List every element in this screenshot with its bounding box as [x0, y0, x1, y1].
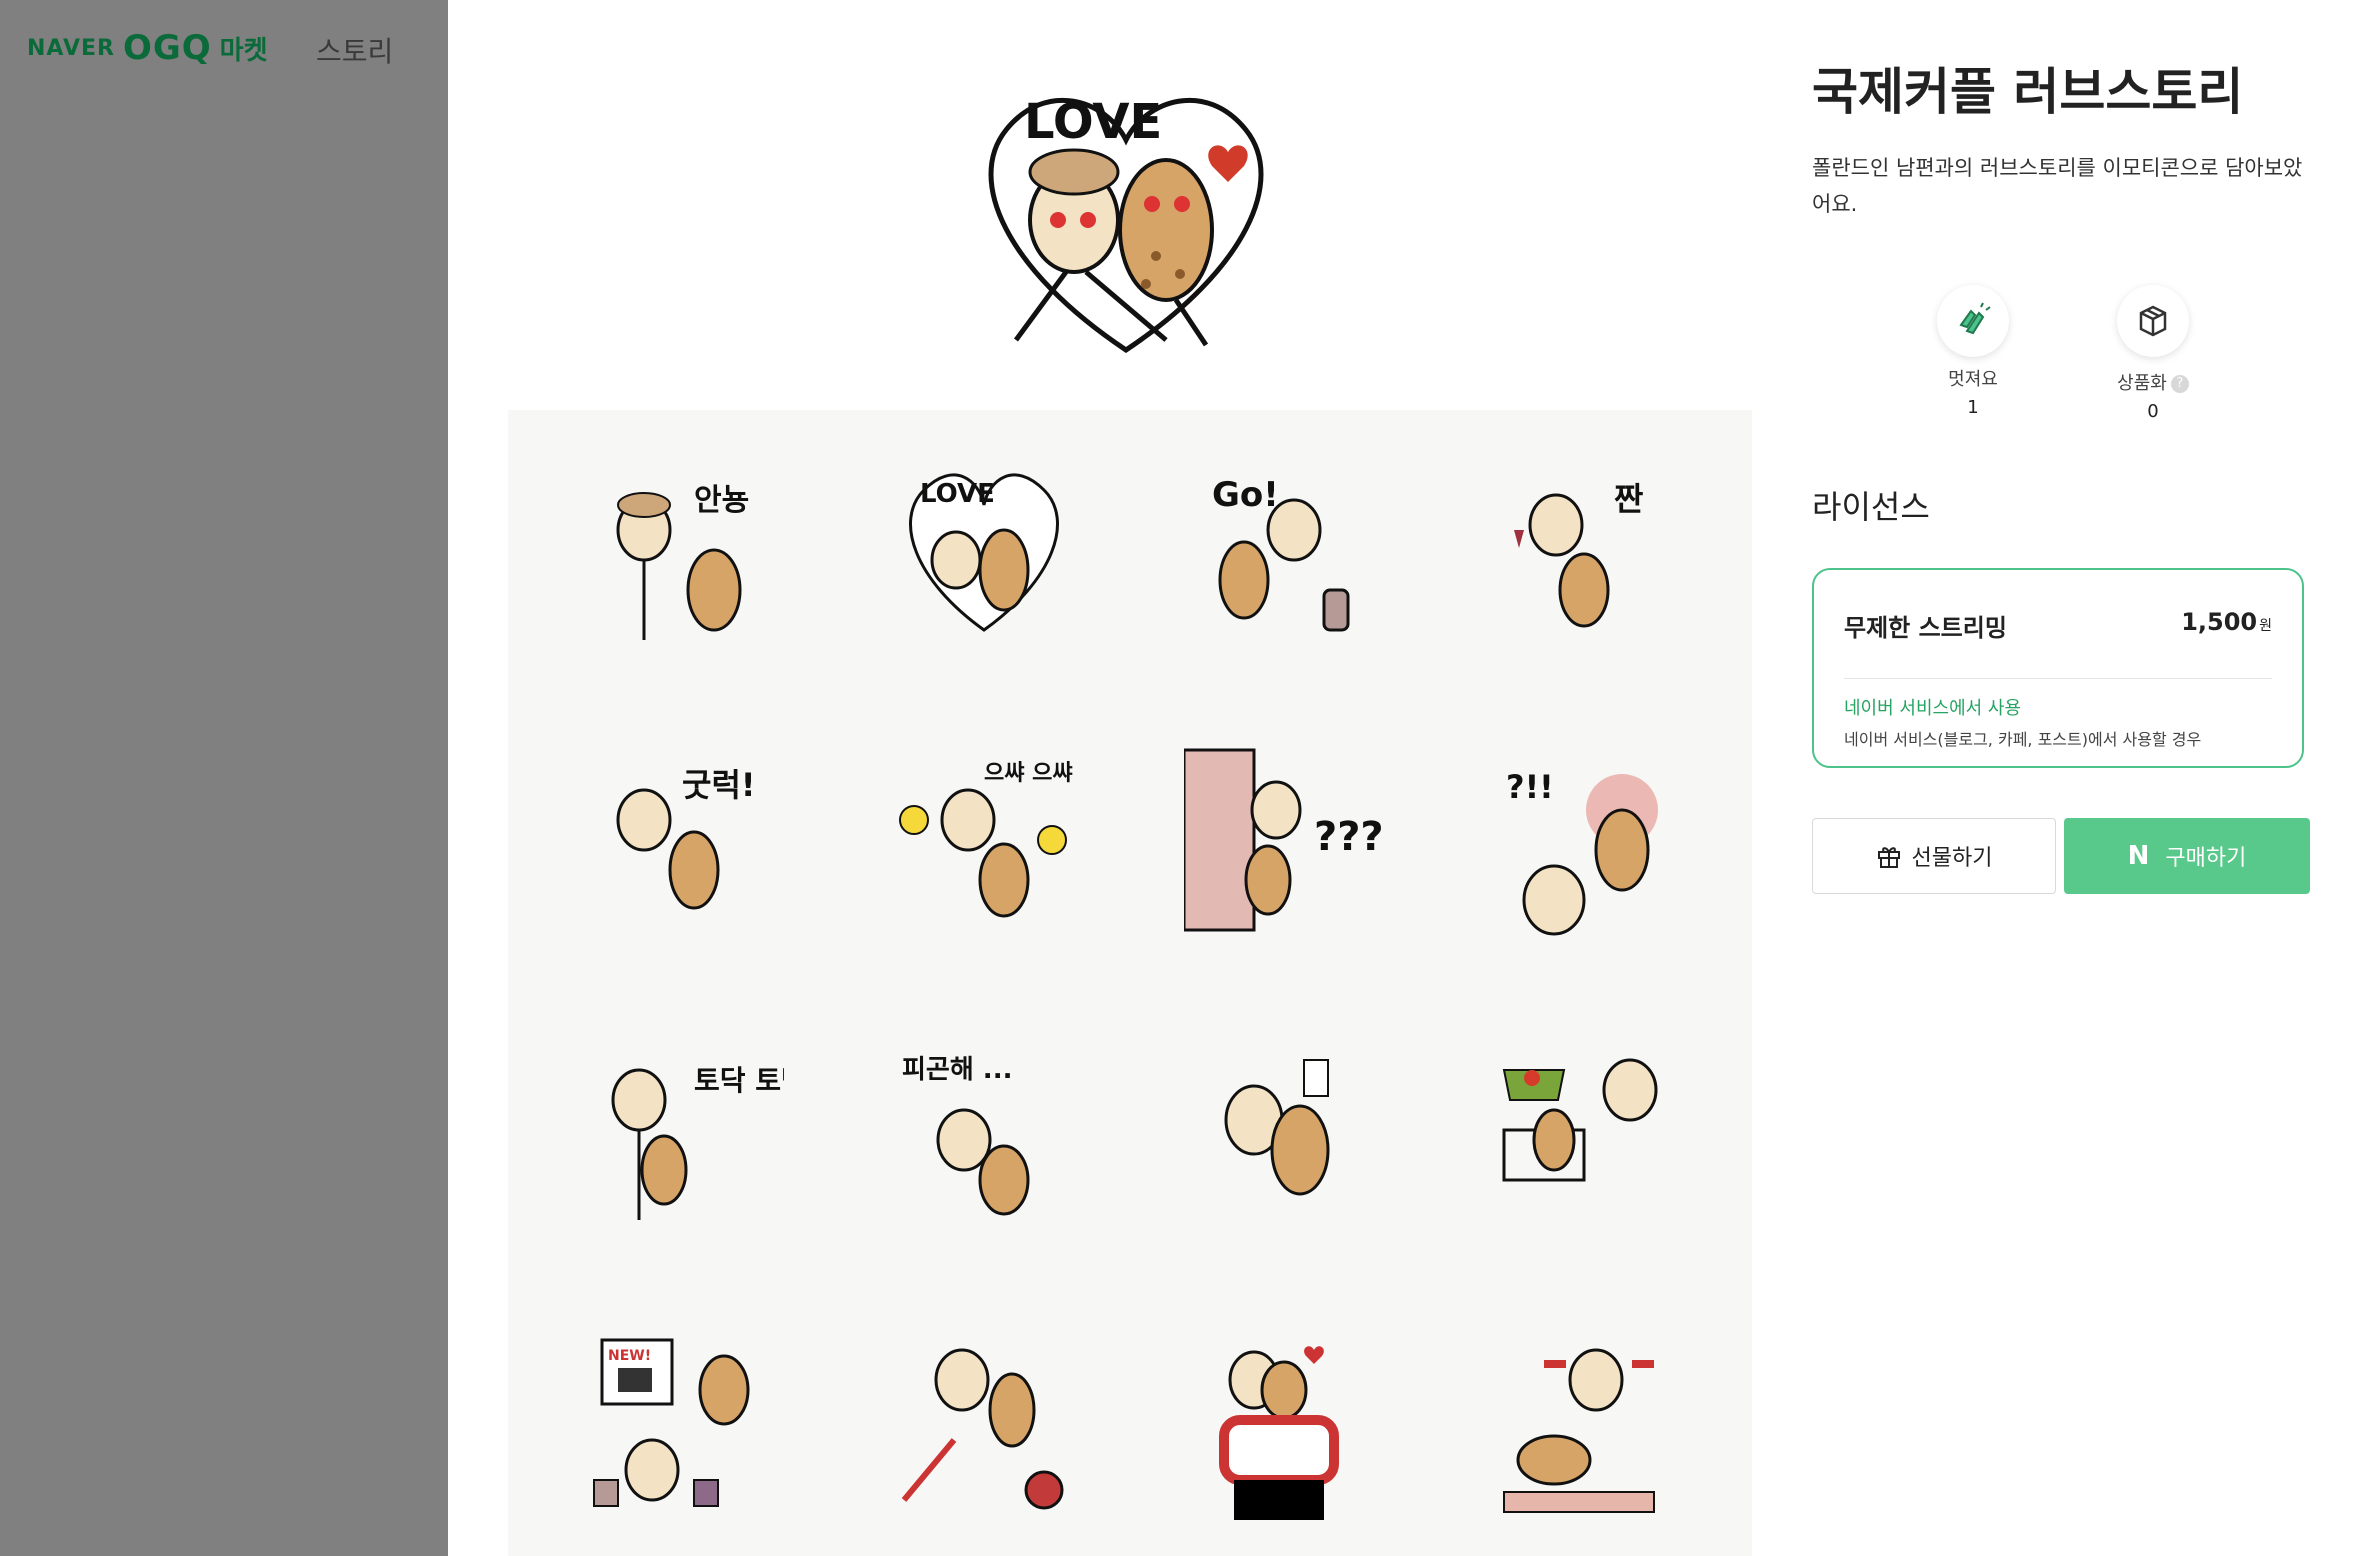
sticker-9-text: 토닥 토닥 — [694, 1064, 784, 1097]
sticker-6[interactable]: 으쌰 으쌰 — [884, 740, 1084, 940]
sticker-7-text: ??? — [1314, 814, 1384, 860]
help-icon[interactable]: ? — [2170, 375, 2189, 393]
sticker-2[interactable]: LOVE — [884, 450, 1084, 650]
license-price: 1,500 원 — [2181, 608, 2272, 636]
license-usage-title: 네이버 서비스에서 사용 — [1844, 698, 2022, 719]
naver-ogq-market-logo[interactable]: NAVER OGQ 마켓 — [27, 28, 268, 68]
naver-n-icon: N — [2127, 841, 2150, 871]
goods-label: 상품화 — [2117, 373, 2167, 394]
license-price-value: 1,500 — [2181, 608, 2258, 636]
gift-icon — [1877, 847, 1900, 868]
sticker-2-text: LOVE — [920, 479, 995, 509]
sticker-4-text: 짠 — [1614, 480, 1643, 518]
license-usage-desc: 네이버 서비스(블로그, 카페, 포스트)에서 사용할 경우 — [1844, 730, 2202, 749]
clap-icon-button[interactable] — [1937, 285, 2009, 357]
clap-icon — [1959, 302, 1991, 335]
sticker-5[interactable]: 굿럭! — [584, 740, 784, 940]
gift-button[interactable]: 선물하기 — [1812, 818, 2056, 894]
likes-stat[interactable]: 멋져요 1 — [1913, 285, 2033, 418]
nav-story-link[interactable]: 스토리 — [316, 30, 393, 70]
gift-button-label: 선물하기 — [1911, 846, 1993, 871]
sticker-15[interactable] — [1184, 1320, 1384, 1520]
sticker-8[interactable]: ?!! — [1484, 740, 1684, 940]
sticker-10-text: 피곤해 ... — [902, 1055, 1012, 1085]
license-option-card[interactable]: 무제한 스트리밍 1,500 원 네이버 서비스에서 사용 네이버 서비스(블로그… — [1812, 568, 2304, 768]
buy-button[interactable]: N 구매하기 — [2064, 818, 2310, 894]
product-title: 국제커플 러브스토리 — [1812, 63, 2244, 121]
goods-label-wrap: 상품화? — [2093, 369, 2213, 395]
sticker-12[interactable] — [1484, 1030, 1684, 1230]
license-divider — [1844, 678, 2272, 679]
sticker-9[interactable]: 토닥 토닥 — [584, 1030, 807, 1230]
buy-button-label: 구매하기 — [2165, 846, 2247, 871]
sticker-3[interactable]: Go! — [1184, 450, 1384, 650]
license-option-name: 무제한 스트리밍 — [1844, 614, 2007, 642]
sticker-4[interactable]: 짠 — [1484, 450, 1684, 650]
sticker-grid: 안뇽 LOVE Go! 짠 굿럭! 으쌰 으쌰 ??? ?!! 토닥 토 피곤해… — [508, 410, 1752, 1556]
sticker-5-text: 굿럭! — [682, 766, 755, 804]
box-icon-wrapper — [2117, 285, 2189, 357]
sticker-13[interactable]: NEW! — [584, 1320, 784, 1520]
sticker-11[interactable] — [1184, 1030, 1384, 1230]
sticker-14[interactable] — [884, 1320, 1084, 1520]
sticker-7[interactable]: ??? — [1182, 740, 1384, 940]
sticker-1[interactable]: 안뇽 — [584, 450, 784, 650]
sticker-16[interactable] — [1484, 1320, 1684, 1520]
dim-overlay[interactable] — [0, 0, 448, 1556]
sticker-10[interactable]: 피곤해 ... — [884, 1030, 1084, 1230]
main-sticker-text: LOVE — [1024, 94, 1162, 150]
sticker-8-text: ?!! — [1506, 768, 1554, 806]
license-price-unit: 원 — [2259, 618, 2272, 634]
main-sticker-image: LOVE — [966, 60, 1286, 360]
likes-count: 1 — [1967, 397, 1979, 418]
sticker-1-text: 안뇽 — [694, 483, 749, 518]
site-header: NAVER OGQ 마켓 스토리 — [0, 0, 448, 100]
logo-naver: NAVER — [27, 35, 115, 61]
goods-count: 0 — [2147, 401, 2159, 422]
logo-market: 마켓 — [219, 35, 268, 66]
sticker-13-text: NEW! — [608, 1348, 651, 1364]
goods-stat: 상품화? 0 — [2093, 285, 2213, 422]
logo-ogq: OGQ — [122, 28, 212, 68]
sticker-6-text: 으쌰 으쌰 — [984, 761, 1073, 786]
sticker-3-text: Go! — [1212, 475, 1279, 515]
likes-label: 멋져요 — [1948, 369, 1998, 390]
product-description: 폴란드인 남편과의 러브스토리를 이모티콘으로 담아보았어요. — [1812, 156, 2303, 216]
license-heading: 라이선스 — [1812, 488, 1930, 526]
box-icon — [2139, 305, 2167, 337]
